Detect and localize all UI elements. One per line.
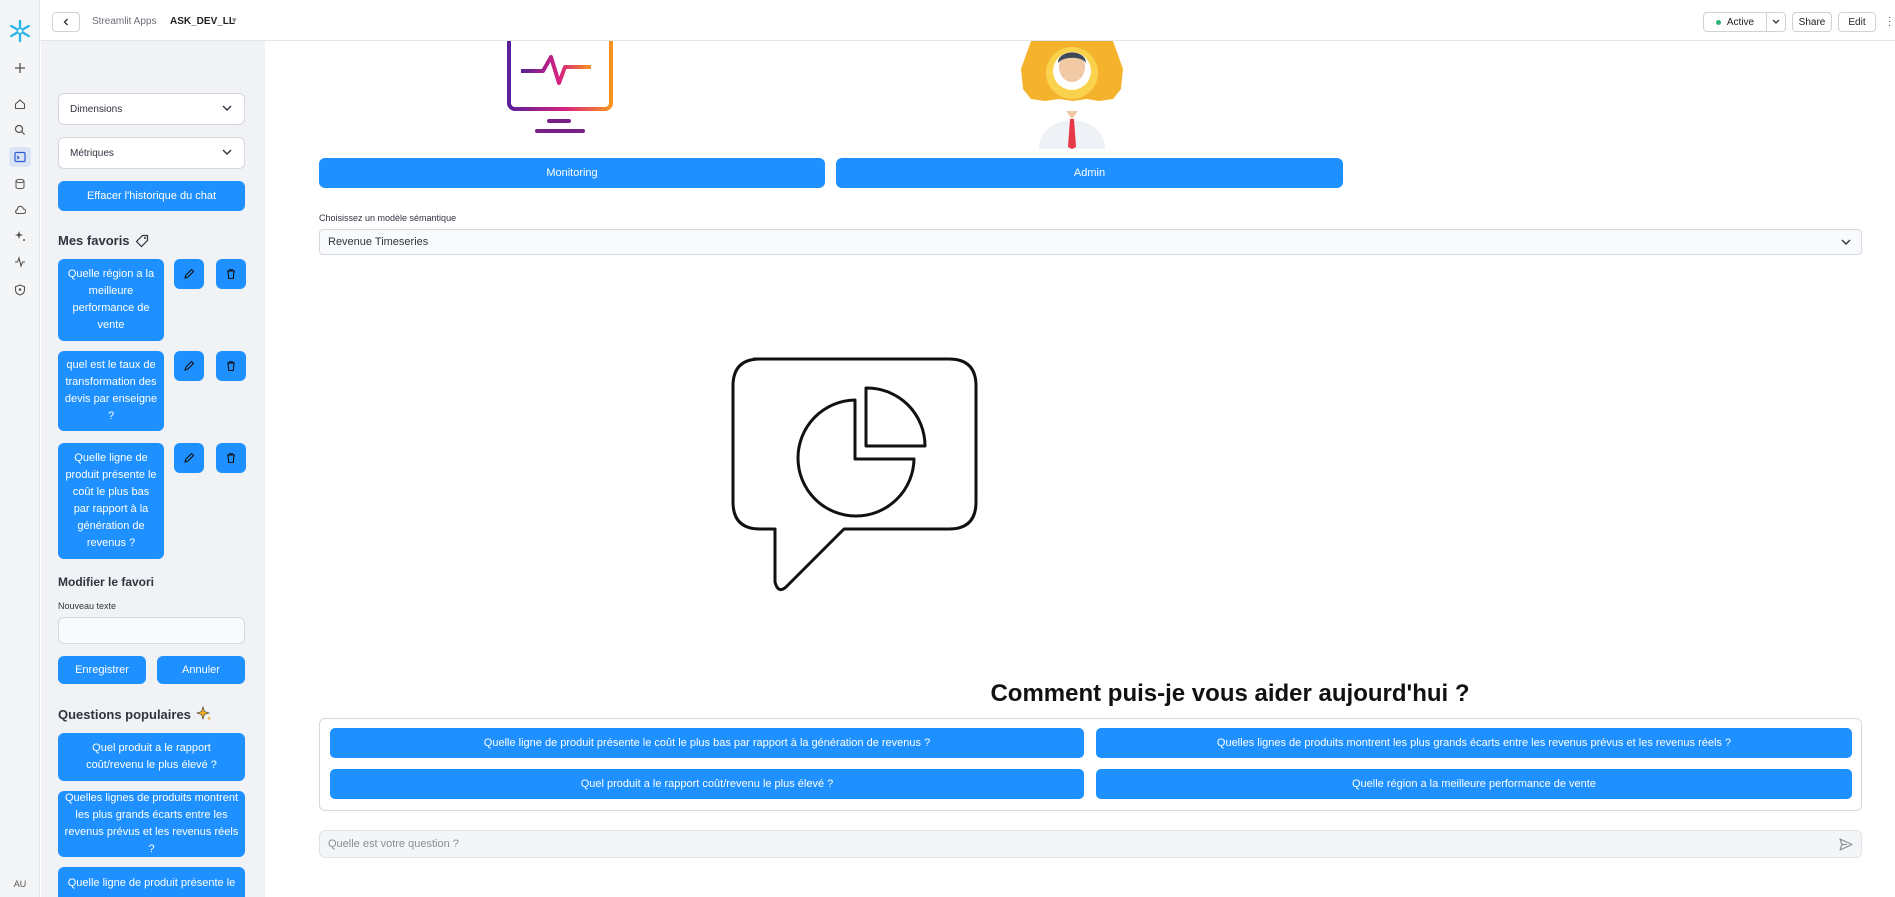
- database-icon[interactable]: [12, 176, 28, 192]
- back-button[interactable]: [52, 12, 80, 32]
- monitoring-button[interactable]: Monitoring: [319, 158, 825, 188]
- delete-favorite-1-button[interactable]: [216, 259, 246, 289]
- admin-illustration-icon: [1021, 41, 1123, 149]
- suggestions-panel: Quelle ligne de produit présente le coût…: [319, 718, 1862, 811]
- pencil-icon: [184, 268, 195, 279]
- status-dropdown-button[interactable]: [1766, 12, 1786, 32]
- status-dot: [1715, 19, 1721, 25]
- shield-icon[interactable]: [12, 282, 28, 298]
- trash-icon: [227, 453, 235, 464]
- chevron-left-icon: [63, 18, 68, 26]
- breadcrumb-app-name[interactable]: ASK_DEV_LL: [170, 16, 235, 27]
- sidebar: Dimensions Métriques Effacer l'historiqu…: [41, 41, 265, 897]
- popular-questions-header: Questions populaires: [58, 706, 212, 722]
- status-label: Active: [1726, 16, 1755, 28]
- chevron-down-icon: [222, 149, 232, 155]
- chat-input[interactable]: Quelle est votre question ?: [319, 830, 1862, 858]
- main-content: Monitoring Admin Choisissez un modèle sé…: [265, 41, 1895, 897]
- caret-down-icon[interactable]: ▾: [232, 15, 237, 26]
- edit-favorite-header: Modifier le favori: [58, 575, 155, 589]
- edit-favorite-3-button[interactable]: [174, 443, 204, 473]
- user-avatar[interactable]: AU: [9, 877, 31, 891]
- semantic-model-value: Revenue Timeseries: [328, 236, 429, 248]
- favorite-question-1[interactable]: Quelle région a la meilleure performance…: [58, 259, 164, 341]
- dimensions-label: Dimensions: [70, 103, 123, 115]
- semantic-model-label: Choisissez un modèle sémantique: [319, 213, 457, 223]
- edit-button[interactable]: Edit: [1838, 12, 1876, 32]
- favorites-title: Mes favoris: [58, 233, 130, 248]
- pencil-icon: [184, 360, 195, 371]
- save-button[interactable]: Enregistrer: [58, 656, 146, 684]
- status-active-button[interactable]: Active: [1703, 12, 1767, 32]
- share-button[interactable]: Share: [1792, 12, 1832, 32]
- top-bar: Streamlit Apps ASK_DEV_LL ▾ Active Share…: [40, 0, 1895, 41]
- home-icon[interactable]: [12, 96, 28, 112]
- clear-history-button[interactable]: Effacer l'historique du chat: [58, 181, 245, 211]
- cloud-icon[interactable]: [12, 202, 28, 218]
- suggestion-button-3[interactable]: Quel produit a le rapport coût/revenu le…: [330, 769, 1084, 799]
- popular-title: Questions populaires: [58, 706, 191, 722]
- metriques-label: Métriques: [70, 147, 114, 159]
- favorite-question-3[interactable]: Quelle ligne de produit présente le coût…: [58, 443, 164, 559]
- plus-icon[interactable]: [12, 60, 28, 76]
- snowflake-logo-icon[interactable]: [8, 19, 32, 43]
- delete-favorite-3-button[interactable]: [216, 443, 246, 473]
- popular-question-3[interactable]: Quelle ligne de produit présente le: [58, 867, 245, 897]
- edit-favorite-1-button[interactable]: [174, 259, 204, 289]
- activity-icon[interactable]: [12, 254, 28, 270]
- left-rail: AU: [0, 0, 40, 897]
- tag-icon: [135, 234, 148, 247]
- sparkles-icon: [195, 706, 212, 721]
- chevron-down-icon: [222, 105, 232, 111]
- edit-favorite-2-button[interactable]: [174, 351, 204, 381]
- popular-question-2[interactable]: Quelles lignes de produits montrent les …: [58, 791, 245, 857]
- trash-icon: [227, 361, 235, 372]
- popular-question-1[interactable]: Quel produit a le rapport coût/revenu le…: [58, 733, 245, 781]
- suggestion-button-2[interactable]: Quelles lignes de produits montrent les …: [1096, 728, 1852, 758]
- monitoring-illustration-icon: [507, 41, 613, 133]
- more-menu-icon[interactable]: · · ·: [1888, 13, 1891, 31]
- page-heading: Comment puis-je vous aider aujourd'hui ?: [990, 680, 1470, 707]
- pencil-icon: [184, 452, 195, 463]
- favorite-question-2[interactable]: quel est le taux de transformation des d…: [58, 351, 164, 431]
- dimensions-select[interactable]: Dimensions: [58, 93, 245, 125]
- suggestion-button-1[interactable]: Quelle ligne de produit présente le coût…: [330, 728, 1084, 758]
- new-text-input[interactable]: [58, 617, 245, 644]
- new-text-label: Nouveau texte: [58, 601, 117, 611]
- favorites-header: Mes favoris: [58, 233, 149, 248]
- metriques-select[interactable]: Métriques: [58, 137, 245, 169]
- ai-sparkle-icon[interactable]: [12, 228, 28, 244]
- chevron-down-icon: [1772, 19, 1780, 24]
- chat-pie-chart-illustration-icon: [731, 357, 978, 592]
- breadcrumb-streamlit-apps[interactable]: Streamlit Apps: [92, 16, 156, 27]
- delete-favorite-2-button[interactable]: [216, 351, 246, 381]
- cancel-button[interactable]: Annuler: [157, 656, 245, 684]
- trash-icon: [227, 269, 235, 280]
- send-icon[interactable]: [1839, 838, 1853, 851]
- semantic-model-select[interactable]: Revenue Timeseries: [319, 229, 1862, 255]
- suggestion-button-4[interactable]: Quelle région a la meilleure performance…: [1096, 769, 1852, 799]
- chat-input-placeholder: Quelle est votre question ?: [328, 838, 459, 850]
- admin-button[interactable]: Admin: [836, 158, 1343, 188]
- search-icon[interactable]: [12, 122, 28, 138]
- projects-icon[interactable]: [9, 147, 31, 167]
- chevron-down-icon: [1841, 239, 1851, 245]
